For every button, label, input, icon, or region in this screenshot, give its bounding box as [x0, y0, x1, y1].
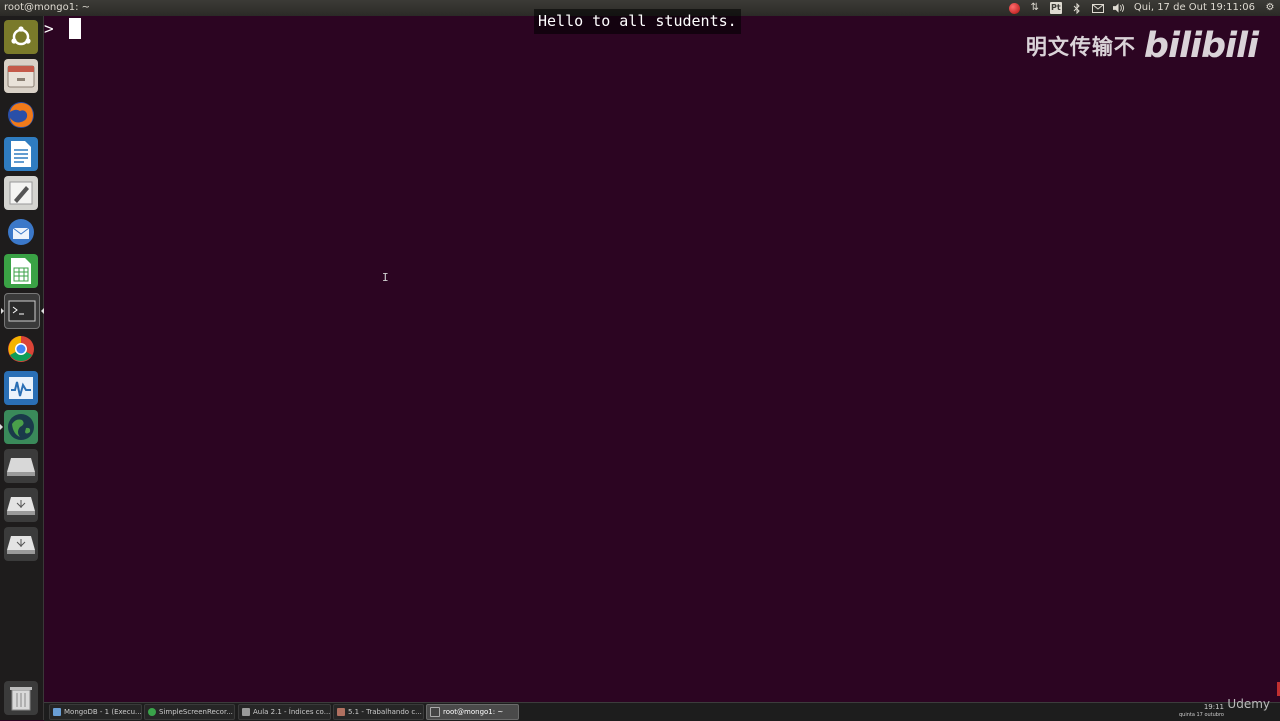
volume-icon[interactable] [1112, 2, 1125, 14]
keyboard-layout-icon[interactable]: Pt [1049, 2, 1062, 14]
window-icon [430, 707, 440, 717]
ubuntu-logo-icon [11, 26, 31, 46]
taskbar-time: 19:11 [1203, 703, 1224, 711]
trash-launcher[interactable] [4, 681, 38, 715]
monitor-chart-icon [9, 377, 33, 399]
window-icon [242, 708, 250, 716]
chrome-icon [8, 336, 34, 362]
document-icon [11, 141, 31, 167]
terminal-launcher[interactable] [1, 293, 44, 329]
usb-drive-launcher-1[interactable] [4, 488, 38, 522]
writer-launcher[interactable] [4, 137, 38, 171]
watermark-text: 明文传输不 [1025, 35, 1136, 59]
thunderbird-launcher[interactable] [4, 215, 38, 249]
bilibili-watermark: 明文传输不 bilibili [1025, 26, 1259, 66]
window-title: root@mongo1: ~ [4, 2, 91, 13]
task-label: MongoDB - 1 (Execu... [64, 708, 142, 716]
task-label: SimpleScreenRecor... [159, 708, 233, 716]
globe-launcher[interactable] [0, 410, 38, 444]
mail-client-icon [8, 219, 34, 245]
subtitle-caption: Hello to all students. [534, 9, 741, 34]
record-icon[interactable] [1008, 2, 1020, 14]
taskbar-clock: 19:11 quinta 17 outubro [1179, 703, 1224, 719]
bilibili-logo: bilibili [1143, 26, 1259, 66]
bottom-taskbar: MongoDB - 1 (Execu... SimpleScreenRecor.… [44, 697, 1280, 721]
task-label: 5.1 - Trabalhando c... [348, 708, 422, 716]
mouse-ibeam-cursor: I [382, 271, 389, 284]
task-label: root@mongo1: ~ [443, 708, 504, 716]
system-tray: ⇅ Pt Qui, 17 de Out 19:11:06 ⚙ [1008, 0, 1276, 16]
globe-icon [8, 414, 34, 440]
trash-icon [10, 687, 32, 711]
spreadsheet-icon [11, 258, 31, 284]
file-cabinet-icon [7, 65, 35, 88]
drive-icon [7, 458, 35, 476]
task-aula[interactable]: Aula 2.1 - Índices co... [238, 704, 331, 720]
task-terminal[interactable]: root@mongo1: ~ [426, 704, 519, 720]
terminal-prompt: > [44, 19, 54, 38]
running-indicator [1, 308, 4, 314]
bluetooth-icon[interactable] [1071, 2, 1083, 14]
terminal-icon [8, 300, 36, 322]
drive-launcher[interactable] [4, 449, 38, 483]
calc-launcher[interactable] [4, 254, 38, 288]
task-mongodb[interactable]: MongoDB - 1 (Execu... [49, 704, 142, 720]
chrome-launcher[interactable] [4, 332, 38, 366]
launcher [0, 16, 44, 720]
window-icon [53, 708, 61, 716]
text-editor-launcher[interactable] [4, 176, 38, 210]
clock[interactable]: Qui, 17 de Out 19:11:06 [1134, 0, 1255, 16]
settings-gear-icon[interactable]: ⚙ [1264, 2, 1276, 14]
firefox-launcher[interactable] [4, 98, 38, 132]
network-arrows-icon[interactable]: ⇅ [1029, 2, 1041, 14]
terminal-cursor [69, 18, 81, 39]
files-launcher[interactable] [4, 59, 38, 93]
focused-indicator [41, 308, 44, 314]
taskbar-date: quinta 17 outubro [1178, 712, 1224, 718]
ubuntu-dash-button[interactable] [4, 20, 38, 54]
usb-drive-icon [7, 536, 35, 554]
running-indicator [0, 424, 3, 430]
text-editor-icon [9, 181, 33, 205]
udemy-watermark: Udemy [1227, 697, 1270, 711]
window-icon [337, 708, 345, 716]
usb-drive-launcher-2[interactable] [4, 527, 38, 561]
task-label: Aula 2.1 - Índices co... [253, 708, 331, 716]
firefox-icon [8, 102, 34, 128]
task-screen-recorder[interactable]: SimpleScreenRecor... [144, 704, 235, 720]
system-monitor-launcher[interactable] [4, 371, 38, 405]
usb-drive-icon [7, 497, 35, 515]
mail-icon[interactable] [1091, 2, 1104, 14]
task-trabalhando[interactable]: 5.1 - Trabalhando c... [333, 704, 424, 720]
window-icon [148, 708, 156, 716]
